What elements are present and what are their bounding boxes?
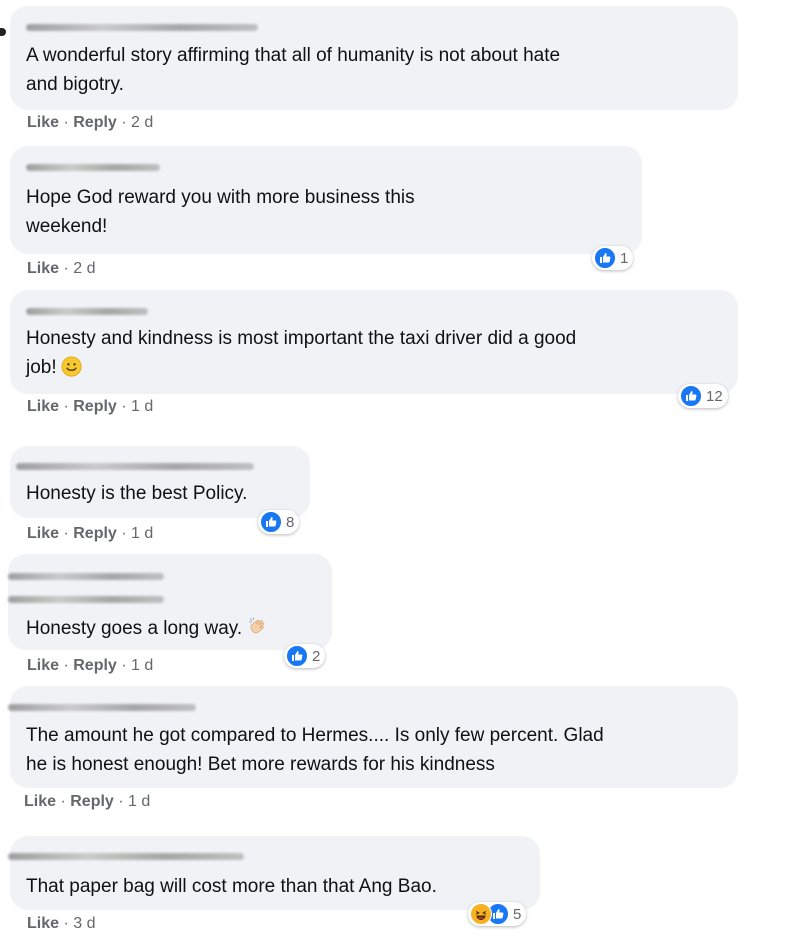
- comment-text: Honesty and kindness is most important t…: [26, 324, 576, 382]
- timestamp[interactable]: 3 d: [73, 915, 95, 932]
- comment-text-body: Honesty and kindness is most important t…: [26, 328, 577, 378]
- reaction-summary[interactable]: 5: [468, 902, 527, 926]
- comment-actions: Like · 3 d: [27, 915, 95, 933]
- reaction-count: 2: [312, 647, 321, 665]
- reply-link[interactable]: Reply: [73, 114, 117, 131]
- clapping-hands-emoji: [246, 616, 267, 637]
- separator: ·: [59, 657, 74, 674]
- comment-actions: Like · Reply · 2 d: [27, 114, 153, 132]
- separator: ·: [59, 915, 74, 932]
- separator: ·: [116, 398, 132, 415]
- haha-icon: [470, 903, 492, 925]
- timestamp[interactable]: 2 d: [131, 114, 153, 131]
- comment-actions: Like · Reply · 1 d: [27, 525, 153, 543]
- author-name-blurred[interactable]: [26, 24, 258, 31]
- reaction-count: 5: [513, 905, 522, 923]
- reply-link[interactable]: Reply: [70, 793, 114, 810]
- comment-text: Hope God reward you with more business t…: [26, 187, 415, 237]
- author-name-blurred[interactable]: [16, 463, 254, 470]
- reaction-summary[interactable]: 1: [592, 246, 634, 270]
- like-icon: [260, 511, 282, 533]
- like-link[interactable]: Like: [24, 793, 56, 810]
- reaction-summary[interactable]: 2: [284, 644, 326, 668]
- like-icon: [594, 247, 616, 269]
- like-link[interactable]: Like: [27, 114, 59, 131]
- like-link[interactable]: Like: [27, 525, 59, 542]
- separator: ·: [59, 260, 74, 277]
- reaction-summary[interactable]: 12: [678, 384, 728, 408]
- reaction-count: 12: [706, 387, 723, 405]
- timestamp[interactable]: 2 d: [73, 260, 95, 277]
- author-name-blurred[interactable]: [8, 573, 164, 580]
- separator: ·: [116, 657, 132, 674]
- author-name-blurred[interactable]: [26, 164, 160, 171]
- like-link[interactable]: Like: [27, 260, 59, 277]
- author-name-blurred-2: [8, 596, 164, 603]
- reaction-count: 8: [286, 513, 295, 531]
- comment-text-body: Honesty goes a long way.: [26, 618, 243, 639]
- separator: ·: [59, 398, 74, 415]
- like-link[interactable]: Like: [27, 915, 59, 932]
- like-link[interactable]: Like: [27, 657, 59, 674]
- separator: ·: [113, 793, 129, 810]
- avatar-edge: [0, 28, 6, 36]
- separator: ·: [116, 525, 132, 542]
- comment-actions: Like · Reply · 1 d: [27, 657, 153, 675]
- reply-link[interactable]: Reply: [73, 525, 117, 542]
- timestamp[interactable]: 1 d: [131, 525, 153, 542]
- like-icon: [680, 385, 702, 407]
- timestamp[interactable]: 1 d: [131, 657, 153, 674]
- separator: ·: [59, 114, 74, 131]
- author-name-blurred[interactable]: [26, 308, 148, 315]
- separator: ·: [59, 525, 74, 542]
- comment-text: Honesty goes a long way.: [26, 614, 267, 643]
- separator: ·: [56, 793, 71, 810]
- comment-text: The amount he got compared to Hermes....…: [26, 725, 604, 775]
- like-link[interactable]: Like: [27, 398, 59, 415]
- reaction-summary[interactable]: 8: [258, 510, 300, 534]
- timestamp[interactable]: 1 d: [128, 793, 150, 810]
- comment-text: That paper bag will cost more than that …: [26, 876, 437, 897]
- comment-actions: Like · Reply · 1 d: [24, 793, 150, 811]
- reaction-count: 1: [620, 249, 629, 267]
- reply-link[interactable]: Reply: [73, 657, 117, 674]
- like-icon: [286, 645, 308, 667]
- comment-actions: Like · Reply · 1 d: [27, 398, 153, 416]
- author-name-blurred[interactable]: [8, 704, 196, 711]
- smiling-face-emoji: [61, 356, 82, 377]
- comment-text: A wonderful story affirming that all of …: [26, 45, 561, 95]
- comment-actions: Like · 2 d: [27, 260, 95, 278]
- reply-link[interactable]: Reply: [73, 398, 117, 415]
- separator: ·: [116, 114, 132, 131]
- timestamp[interactable]: 1 d: [131, 398, 153, 415]
- comment-text: Honesty is the best Policy.: [26, 483, 248, 504]
- author-name-blurred[interactable]: [8, 853, 244, 860]
